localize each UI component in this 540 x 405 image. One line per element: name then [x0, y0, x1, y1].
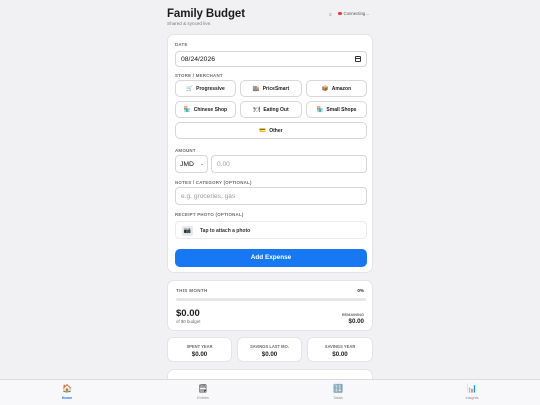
attach-photo-text: Tap to attach a photo — [200, 228, 251, 234]
home-icon: 🏠 — [62, 384, 72, 393]
stat-value: $0.00 — [191, 351, 208, 358]
store-button-label: Other — [269, 127, 283, 134]
amount-input[interactable]: 0.00 — [211, 155, 367, 173]
store-button-small-shops[interactable]: 🏪 Small Shops — [306, 101, 367, 118]
month-budget: of $0 budget — [176, 319, 201, 324]
calendar-icon[interactable] — [355, 56, 361, 62]
app-container: Family Budget Shared & synced live. 3 Co… — [167, 0, 373, 405]
small-shop-icon: 🏪 — [316, 106, 324, 113]
store-button-amazon[interactable]: 📦 Amazon — [306, 80, 367, 97]
page-title: Family Budget — [167, 8, 245, 20]
date-label: DATE — [175, 42, 188, 47]
this-month-card: THIS MONTH 0% $0.00 of $0 budget REMAINI… — [167, 280, 373, 331]
store-icon: 🏬 — [252, 85, 260, 92]
insights-icon: 📊 — [467, 384, 477, 393]
package-icon: 📦 — [321, 85, 329, 92]
currency-value: JMD — [180, 161, 194, 168]
remaining-label: REMAINING — [341, 312, 364, 317]
stat-label: SPENT YEAR — [186, 344, 213, 349]
card-icon: 💳 — [259, 127, 267, 134]
store-button-label: Chinese Shop — [193, 106, 228, 113]
add-expense-button[interactable]: Add Expense — [175, 249, 367, 267]
status-text: Connecting… — [343, 11, 370, 16]
tab-home[interactable]: 🏠 Home — [47, 384, 87, 400]
cart-icon: 🛒 — [186, 85, 194, 92]
bottom-tab-bar: 🏠 Home 🗒 Entries 🔢 Totals 📊 Insights — [0, 379, 540, 405]
header: Family Budget Shared & synced live. 3 Co… — [167, 8, 373, 30]
tab-label: Home — [61, 396, 73, 400]
store-button-pricesmart[interactable]: 🏬 PriceSmart — [240, 80, 302, 97]
stat-label: SAVINGS YEAR — [324, 344, 356, 349]
notes-label: NOTES / CATEGORY (OPTIONAL) — [175, 180, 252, 185]
stat-value: $0.00 — [261, 351, 278, 358]
entries-icon: 🗒 — [197, 384, 209, 393]
tab-label: Insights — [465, 396, 479, 400]
tab-entries[interactable]: 🗒 Entries — [183, 384, 223, 400]
store-button-label: Small Shops — [326, 106, 357, 113]
store-button-chinese-shop[interactable]: 🏪 Chinese Shop — [175, 101, 236, 118]
stat-spent-year: SPENT YEAR $0.00 — [167, 337, 232, 362]
connection-status: Connecting… — [338, 11, 370, 16]
camera-icon: 📷 — [182, 226, 193, 236]
store-button-progressive[interactable]: 🛒 Progressive — [175, 80, 236, 97]
stat-savings-year: SAVINGS YEAR $0.00 — [307, 337, 373, 362]
online-counter: 3 — [329, 12, 332, 17]
stat-label: SAVINGS LAST MO. — [250, 344, 289, 349]
stat-value: $0.00 — [332, 351, 348, 358]
store-button-label: Eating Out — [263, 106, 289, 113]
cutlery-icon: 🍽 — [253, 106, 261, 113]
currency-select[interactable]: JMD ⌄ — [175, 155, 208, 173]
totals-icon: 🔢 — [333, 384, 343, 393]
store-button-label: Amazon — [331, 85, 352, 92]
month-label: THIS MONTH — [176, 288, 208, 293]
attach-photo-button[interactable]: 📷 Tap to attach a photo — [175, 221, 367, 239]
tab-label: Entries — [197, 396, 209, 400]
month-spent: $0.00 — [176, 308, 200, 319]
date-field[interactable]: 08/24/2026 — [175, 51, 367, 67]
notes-input[interactable]: e.g. groceries, gas — [175, 187, 367, 205]
store-button-label: Progressive — [196, 85, 225, 92]
amount-row: JMD ⌄ 0.00 — [175, 155, 367, 173]
tab-totals[interactable]: 🔢 Totals — [318, 384, 358, 400]
photo-label: RECEIPT PHOTO (OPTIONAL) — [175, 212, 244, 217]
chevron-down-icon: ⌄ — [200, 161, 205, 167]
tab-label: Totals — [333, 396, 343, 400]
stat-savings-last-month: SAVINGS LAST MO. $0.00 — [237, 337, 302, 362]
amount-label: AMOUNT — [175, 148, 196, 153]
tab-insights[interactable]: 📊 Insights — [452, 384, 492, 400]
amount-placeholder: 0.00 — [217, 161, 230, 168]
expense-form-card: DATE 08/24/2026 STORE / MERCHANT 🛒 Progre… — [167, 34, 373, 273]
page-subtitle: Shared & synced live. — [167, 21, 212, 26]
budget-progress-bar — [176, 298, 366, 301]
date-value: 08/24/2026 — [181, 56, 216, 63]
month-percent: 0% — [357, 288, 364, 293]
remaining-value: $0.00 — [348, 318, 364, 325]
status-dot-icon — [338, 11, 342, 16]
store-button-label: PriceSmart — [262, 85, 290, 92]
notes-placeholder: e.g. groceries, gas — [181, 193, 236, 200]
store-label: STORE / MERCHANT — [175, 73, 223, 78]
shop-icon: 🏪 — [183, 106, 191, 113]
store-button-eating-out[interactable]: 🍽 Eating Out — [240, 101, 302, 118]
store-button-other[interactable]: 💳 Other — [175, 122, 367, 139]
